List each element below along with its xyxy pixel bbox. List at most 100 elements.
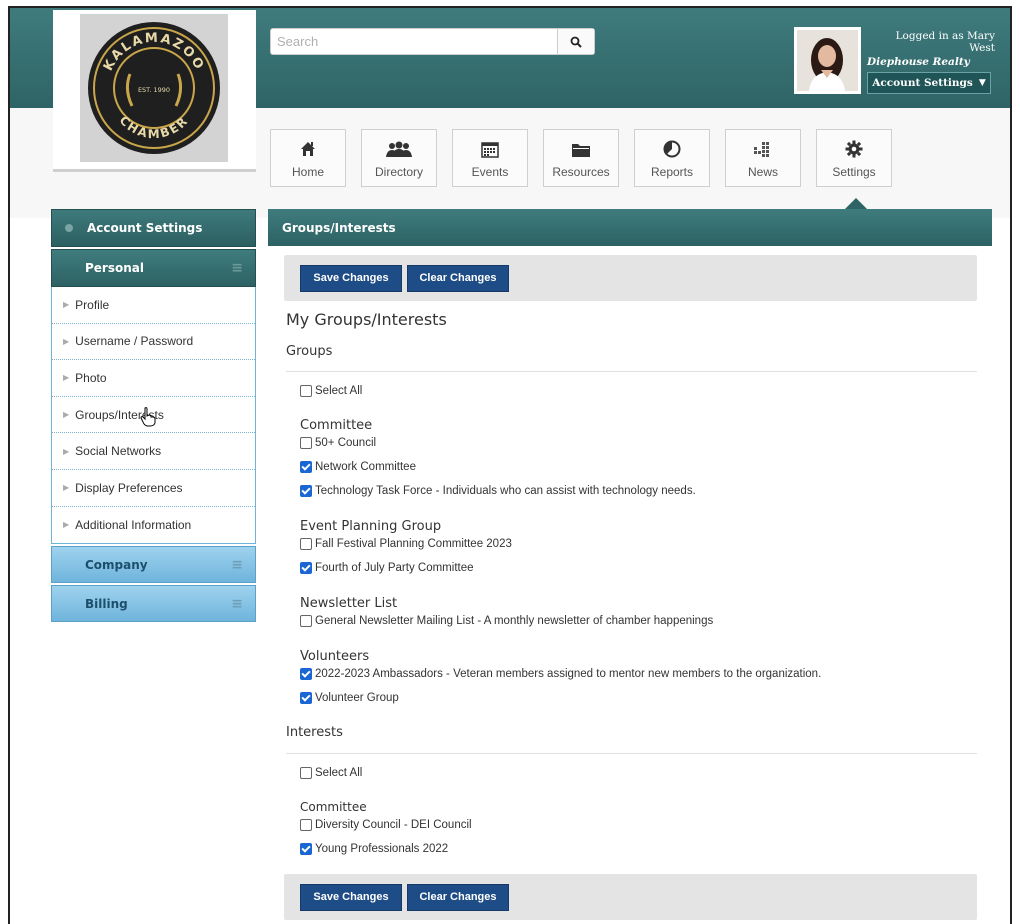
checkbox[interactable] bbox=[300, 461, 312, 473]
group-option[interactable]: Volunteer Group bbox=[300, 692, 399, 704]
logo-est: EST. 1990 bbox=[138, 86, 170, 94]
group-option[interactable]: 2022-2023 Ambassadors - Veteran members … bbox=[300, 668, 821, 680]
checkbox-label: Select All bbox=[315, 385, 363, 397]
interests-select-all[interactable]: Select All bbox=[300, 767, 362, 779]
search-button[interactable] bbox=[557, 29, 594, 54]
checkbox-label: Select All bbox=[315, 767, 363, 779]
divider bbox=[286, 753, 977, 754]
folder-icon bbox=[572, 144, 590, 157]
save-changes-button[interactable]: Save Changes bbox=[300, 264, 402, 292]
sidebar-item-photo[interactable]: ▶ Photo bbox=[52, 360, 255, 397]
checkbox[interactable] bbox=[300, 385, 312, 397]
category-heading: Newsletter List bbox=[300, 596, 398, 611]
profile-photo-icon bbox=[797, 30, 858, 91]
checkbox-label: Young Professionals 2022 bbox=[315, 843, 449, 855]
interest-option[interactable]: Diversity Council - DEI Council bbox=[300, 819, 472, 831]
sidebar-item-social-networks[interactable]: ▶ Social Networks bbox=[52, 433, 255, 470]
bottom-button-bar: Save Changes Clear Changes bbox=[284, 874, 977, 920]
groups-select-all[interactable]: Select All bbox=[300, 385, 362, 397]
sidebar-item-display-preferences[interactable]: ▶ Display Preferences bbox=[52, 470, 255, 507]
group-option[interactable]: Fourth of July Party Committee bbox=[300, 562, 474, 574]
active-nav-pointer bbox=[845, 198, 867, 209]
group-option[interactable]: General Newsletter Mailing List - A mont… bbox=[300, 615, 713, 627]
user-info: Logged in as Mary West Diephouse Realty … bbox=[867, 30, 997, 94]
category-heading: Committee bbox=[300, 800, 367, 814]
sidebar-company-label: Company bbox=[85, 557, 148, 572]
nav-reports[interactable]: Reports bbox=[634, 129, 710, 187]
avatar[interactable] bbox=[794, 27, 861, 94]
checkbox-label: Diversity Council - DEI Council bbox=[315, 819, 472, 831]
company-name: Diephouse Realty bbox=[867, 56, 970, 68]
chevron-right-icon: ▶ bbox=[63, 483, 70, 493]
group-option[interactable]: Technology Task Force - Individuals who … bbox=[300, 485, 696, 497]
checkbox[interactable] bbox=[300, 615, 312, 627]
sidebar-item-label: Profile bbox=[75, 297, 110, 312]
chevron-right-icon: ▶ bbox=[63, 373, 70, 383]
sidebar-item-username-password[interactable]: ▶ Username / Password bbox=[52, 324, 255, 361]
checkbox-label: Fall Festival Planning Committee 2023 bbox=[315, 538, 512, 550]
chamber-logo: KALAMAZOO CHAMBER EST. 1990 bbox=[80, 14, 228, 162]
menu-icon: ≡ bbox=[231, 556, 243, 573]
interest-option[interactable]: Young Professionals 2022 bbox=[300, 843, 448, 855]
sidebar-item-label: Additional Information bbox=[75, 517, 192, 532]
account-settings-label: Account Settings bbox=[872, 77, 973, 89]
search-input[interactable] bbox=[271, 29, 558, 54]
menu-icon: ≡ bbox=[231, 595, 243, 612]
checkbox[interactable] bbox=[300, 562, 312, 574]
group-option[interactable]: 50+ Council bbox=[300, 437, 376, 449]
checkbox[interactable] bbox=[300, 843, 312, 855]
nav-resources[interactable]: Resources bbox=[543, 129, 619, 187]
checkbox[interactable] bbox=[300, 437, 312, 449]
clear-changes-button[interactable]: Clear Changes bbox=[407, 264, 509, 292]
nav-directory[interactable]: Directory bbox=[361, 129, 437, 187]
group-option[interactable]: Network Committee bbox=[300, 461, 416, 473]
caret-down-icon: ▼ bbox=[978, 78, 986, 88]
sidebar-personal-label: Personal bbox=[85, 261, 144, 275]
chevron-right-icon: ▶ bbox=[63, 520, 70, 530]
hand-cursor-icon bbox=[140, 406, 156, 427]
checkbox[interactable] bbox=[300, 485, 312, 497]
nav-settings[interactable]: Settings bbox=[816, 129, 892, 187]
home-icon bbox=[301, 142, 315, 156]
sidebar-section-personal[interactable]: Personal ≡ bbox=[51, 249, 256, 287]
checkbox[interactable] bbox=[300, 767, 312, 779]
sidebar-personal-list: ▶ Profile ▶ Username / Password ▶ Photo ▶ Gr… bbox=[51, 287, 256, 545]
nav-events-label: Events bbox=[471, 165, 509, 179]
nav-news[interactable]: News bbox=[725, 129, 801, 187]
sidebar-item-label: Username / Password bbox=[75, 334, 194, 349]
nav-home[interactable]: Home bbox=[270, 129, 346, 187]
directory-icon bbox=[386, 141, 412, 157]
chevron-right-icon: ▶ bbox=[63, 336, 70, 346]
clear-changes-button[interactable]: Clear Changes bbox=[407, 883, 509, 911]
groups-heading: Groups bbox=[286, 344, 333, 359]
nav-events[interactable]: Events bbox=[452, 129, 528, 187]
group-option[interactable]: Fall Festival Planning Committee 2023 bbox=[300, 538, 512, 550]
sidebar-item-additional-information[interactable]: ▶ Additional Information bbox=[52, 507, 255, 544]
top-button-bar: Save Changes Clear Changes bbox=[284, 255, 977, 301]
sidebar-item-profile[interactable]: ▶ Profile bbox=[52, 287, 255, 324]
checkbox[interactable] bbox=[300, 538, 312, 550]
chevron-right-icon: ▶ bbox=[63, 410, 70, 420]
checkbox[interactable] bbox=[300, 692, 312, 704]
sidebar-section-company[interactable]: Company ≡ bbox=[51, 546, 256, 584]
account-settings-dropdown[interactable]: Account Settings ▼ bbox=[867, 72, 991, 94]
logo-box[interactable]: KALAMAZOO CHAMBER EST. 1990 bbox=[53, 10, 256, 172]
user-photo bbox=[797, 30, 858, 91]
checkbox-label: Fourth of July Party Committee bbox=[315, 562, 474, 574]
search-box bbox=[270, 28, 595, 55]
sidebar-section-billing[interactable]: Billing ≡ bbox=[51, 585, 256, 623]
checkbox-label: Volunteer Group bbox=[315, 692, 399, 704]
chevron-right-icon: ▶ bbox=[63, 446, 70, 456]
sidebar-account-settings[interactable]: Account Settings bbox=[51, 209, 256, 247]
calendar-icon bbox=[481, 142, 499, 158]
nav-news-label: News bbox=[747, 165, 778, 179]
checkbox[interactable] bbox=[300, 668, 312, 680]
nav-resources-label: Resources bbox=[552, 165, 610, 179]
chevron-right-icon: ▶ bbox=[63, 300, 70, 310]
nav-home-label: Home bbox=[291, 165, 324, 179]
page-title: Groups/Interests bbox=[282, 220, 396, 235]
save-changes-button[interactable]: Save Changes bbox=[300, 883, 402, 911]
checkbox-label: 2022-2023 Ambassadors - Veteran members … bbox=[315, 668, 822, 680]
sidebar-item-groups-interests[interactable]: ▶ Groups/Interests bbox=[52, 397, 255, 434]
checkbox[interactable] bbox=[300, 819, 312, 831]
